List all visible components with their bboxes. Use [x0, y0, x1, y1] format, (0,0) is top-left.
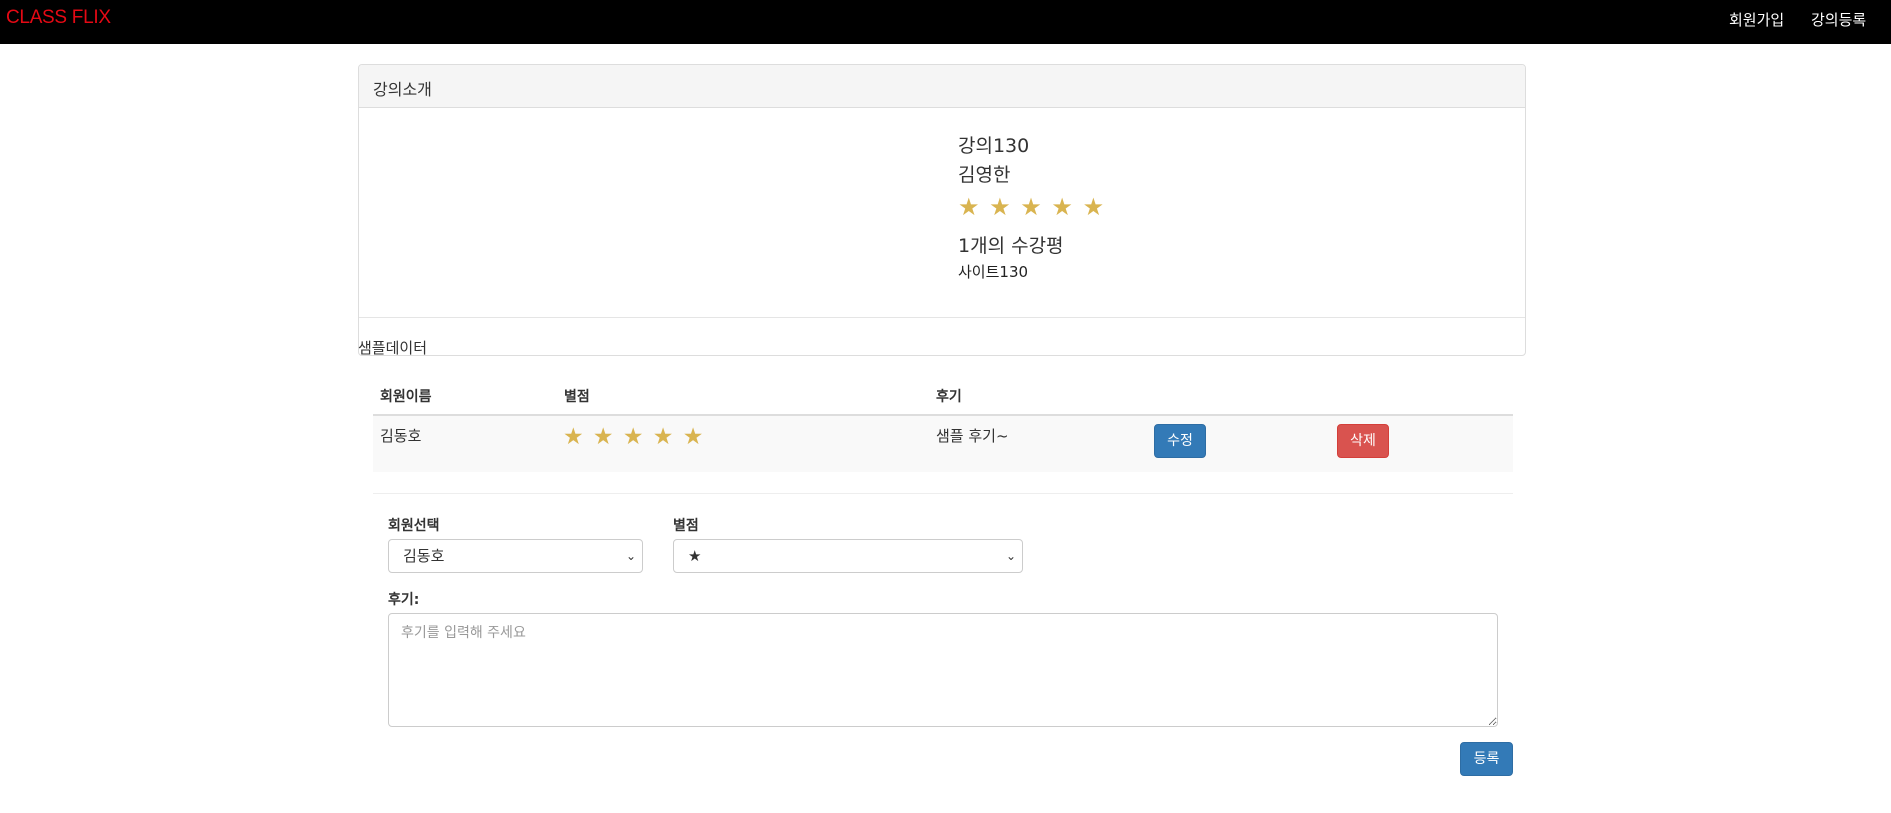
row-review-text: 샘플 후기~ [936, 427, 1009, 445]
instructor-name: 김영한 [958, 164, 1011, 186]
nav-signup-link[interactable]: 회원가입 [1729, 9, 1784, 30]
row-member-name: 김동호 [380, 427, 422, 445]
course-rating-stars: ★ ★ ★ ★ ★ [958, 193, 1106, 221]
nav-register-course-link[interactable]: 강의등록 [1811, 9, 1866, 30]
panel-footer-text: 샘플데이터 [358, 339, 428, 357]
form-divider [373, 493, 1513, 494]
course-title: 강의130 [958, 135, 1030, 157]
header-review: 후기 [936, 389, 962, 405]
table-row: 김동호 ★ ★ ★ ★ ★ 샘플 후기~ 수정 삭제 [373, 416, 1513, 472]
rating-select[interactable]: ★ ⌄ [673, 539, 1023, 573]
review-textarea[interactable] [388, 613, 1498, 727]
panel-divider [359, 317, 1525, 318]
row-rating-stars: ★ ★ ★ ★ ★ [563, 424, 705, 450]
member-select-label: 회원선택 [388, 518, 440, 534]
panel-heading: 강의소개 [359, 65, 1525, 108]
member-select-value: 김동호 [403, 547, 445, 565]
chevron-down-icon: ⌄ [1005, 549, 1016, 563]
review-text-label: 후기: [388, 592, 420, 608]
edit-review-button[interactable]: 수정 [1154, 424, 1206, 458]
header-member-name: 회원이름 [380, 389, 432, 405]
delete-review-button[interactable]: 삭제 [1337, 424, 1389, 458]
rating-select-value: ★ [688, 547, 702, 565]
chevron-down-icon: ⌄ [625, 549, 636, 563]
course-intro-panel: 강의소개 강의130 김영한 ★ ★ ★ ★ ★ 1개의 수강평 사이트130 … [358, 64, 1526, 357]
top-navbar: CLASS FLIX 회원가입 강의등록 [0, 0, 1891, 44]
rating-select-label: 별점 [673, 518, 699, 534]
course-site: 사이트130 [958, 263, 1029, 281]
member-select[interactable]: 김동호 ⌄ [388, 539, 643, 573]
header-rating: 별점 [564, 389, 590, 405]
review-count: 1개의 수강평 [958, 235, 1064, 257]
submit-review-button[interactable]: 등록 [1460, 742, 1513, 776]
brand-logo[interactable]: CLASS FLIX [6, 7, 111, 29]
